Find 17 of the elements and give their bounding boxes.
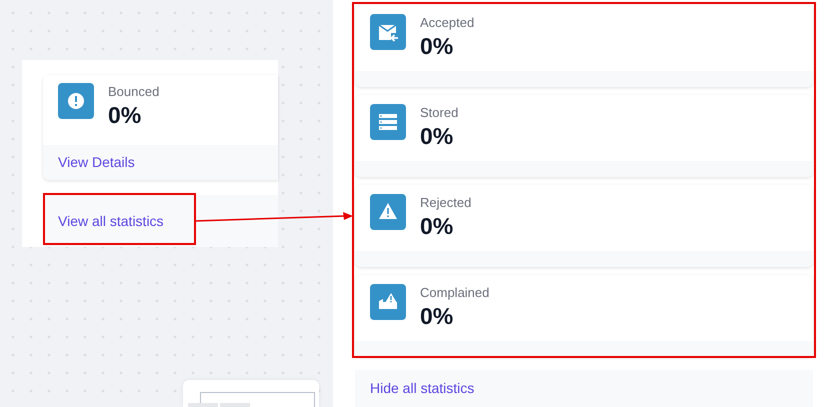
alert-icon [58, 83, 94, 119]
stat-value: 0% [108, 101, 142, 129]
stat-label: Bounced [108, 83, 160, 101]
warning-icon [370, 194, 406, 230]
stat-value: 0% [420, 302, 454, 330]
stat-label: Complained [420, 284, 490, 302]
stat-label: Accepted [420, 14, 474, 32]
envelope-warning-icon [370, 284, 406, 320]
stat-value: 0% [420, 32, 454, 60]
stat-label: Stored [420, 104, 458, 122]
view-all-statistics-link[interactable]: View all statistics [58, 210, 164, 232]
stat-label: Rejected [420, 194, 472, 212]
stat-value: 0% [420, 122, 454, 150]
hide-all-statistics-link[interactable]: Hide all statistics [370, 378, 474, 399]
server-icon [370, 104, 406, 140]
view-details-link[interactable]: View Details [58, 152, 135, 173]
stat-value: 0% [420, 212, 454, 240]
